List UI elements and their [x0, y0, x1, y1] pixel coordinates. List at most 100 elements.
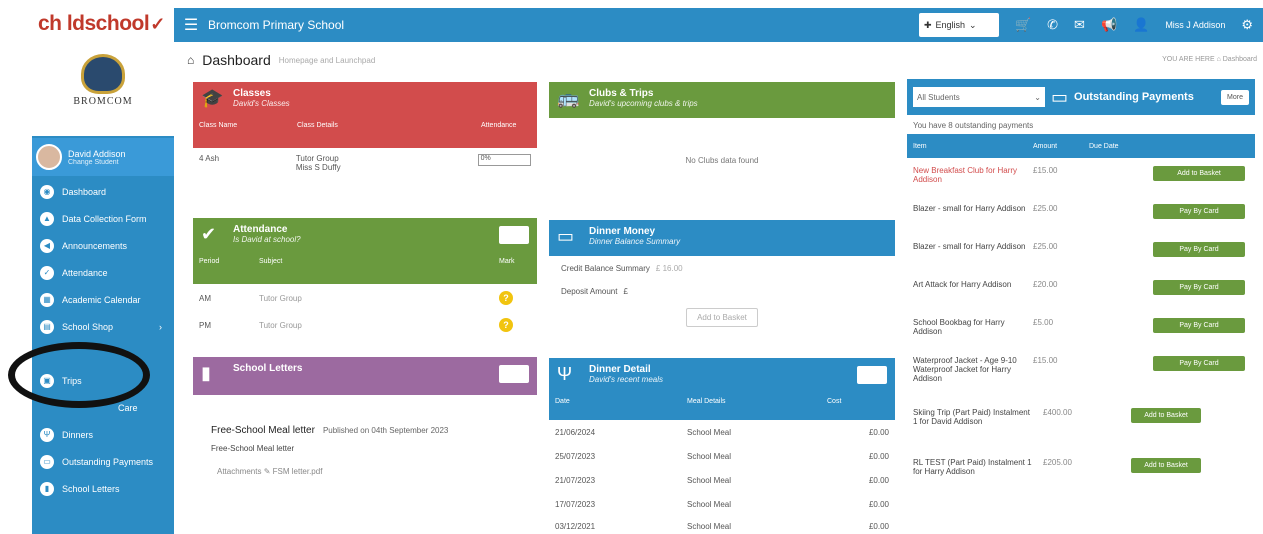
- table-row: 21/06/2024 School Meal £0.00: [555, 428, 889, 437]
- sidebar-item-data-collection[interactable]: ▲ Data Collection Form: [32, 205, 174, 232]
- mail-icon[interactable]: ✉: [1074, 17, 1085, 33]
- school-name: Bromcom Primary School: [208, 18, 345, 32]
- graduation-cap-icon: 🎓: [201, 88, 224, 108]
- sidebar-item-dinners[interactable]: Ψ Dinners: [32, 421, 174, 448]
- table-row: 17/07/2023 School Meal £0.00: [555, 500, 889, 509]
- classes-table-header: Class Name Class Details Attendance: [199, 122, 517, 129]
- card-icon: ▭: [40, 454, 54, 469]
- pay-by-card-button[interactable]: Pay By Card: [1153, 280, 1245, 295]
- table-row: 4 Ash Tutor Group Miss S Duffy 0%: [193, 148, 537, 175]
- pay-by-card-button[interactable]: Pay By Card: [1153, 242, 1245, 257]
- payments-title: Outstanding Payments: [1074, 91, 1194, 103]
- attendance-table-header: Period Subject Mark: [199, 258, 515, 265]
- payments-summary: You have 8 outstanding payments: [913, 121, 1034, 130]
- form-icon: ▲: [40, 211, 54, 226]
- table-row: Skiing Trip (Part Paid) Instalment 1 for…: [913, 404, 1249, 454]
- table-row: PM Tutor Group ?: [193, 308, 537, 335]
- letter-item[interactable]: Free-School Meal letter Published on 04t…: [211, 425, 537, 436]
- credit-balance: Credit Balance Summary £ 16.00: [561, 264, 683, 273]
- megaphone-icon[interactable]: 📢: [1101, 17, 1117, 33]
- bus-icon: 🚌: [557, 88, 580, 108]
- chevron-down-icon: ⌄: [969, 19, 977, 30]
- unknown-mark-icon: ?: [499, 291, 513, 305]
- hamburger-menu-icon[interactable]: ☰: [174, 15, 208, 35]
- dashboard-icon: ◉: [40, 184, 54, 199]
- student-profile[interactable]: David Addison Change Student: [32, 138, 174, 176]
- flag-icon: ✚: [923, 19, 932, 30]
- megaphone-icon: ◀: [40, 238, 54, 253]
- add-to-basket-button[interactable]: Add to Basket: [1131, 458, 1201, 473]
- sidebar-item-outstanding-payments[interactable]: ▭ Outstanding Payments: [32, 448, 174, 475]
- table-row: 25/07/2023 School Meal £0.00: [555, 452, 889, 461]
- chevron-down-icon: ⌄: [1034, 92, 1041, 102]
- gear-icon[interactable]: ⚙: [1241, 17, 1253, 33]
- student-select[interactable]: All Students ⌄: [913, 87, 1045, 107]
- school-letters-panel: ▮ School Letters Free-School Meal letter…: [193, 357, 537, 534]
- attendance-panel: ✔ Attendance Is David at school? Period …: [193, 218, 537, 340]
- phone-icon[interactable]: ✆: [1047, 17, 1058, 33]
- calendar-icon: ▦: [40, 292, 54, 307]
- card-icon: ▭: [557, 226, 575, 246]
- document-icon: ▮: [40, 481, 54, 496]
- pay-by-card-button[interactable]: Pay By Card: [1153, 204, 1245, 219]
- page-header: ⌂ Dashboard Homepage and Launchpad: [187, 50, 375, 70]
- table-row: Blazer - small for Harry Addison £25.00 …: [913, 200, 1249, 238]
- myschool-logo[interactable]: ch ldschool ✓: [0, 0, 174, 48]
- breadcrumb: YOU ARE HERE ⌂ Dashboard: [1162, 56, 1257, 63]
- table-row: 21/07/2023 School Meal £0.00: [555, 476, 889, 485]
- cutlery-icon: Ψ: [557, 364, 573, 384]
- attachment-link[interactable]: ✎ FSM letter.pdf: [264, 467, 323, 476]
- cutlery-icon: Ψ: [40, 427, 54, 442]
- sidebar: BROMCOM David Addison Change Student ◉ Da…: [32, 48, 174, 534]
- table-row: RL TEST (Part Paid) Instalment 1 for Har…: [913, 454, 1249, 498]
- basket-icon[interactable]: 🛒: [1015, 17, 1031, 33]
- check-icon: ✔: [201, 224, 217, 244]
- user-icon[interactable]: 👤: [1133, 17, 1149, 33]
- shop-icon: ▤: [40, 319, 54, 334]
- page-subtitle: Homepage and Launchpad: [278, 55, 376, 65]
- sidebar-item-school-letters[interactable]: ▮ School Letters: [32, 475, 174, 502]
- home-icon[interactable]: ⌂: [187, 53, 194, 67]
- add-to-basket-button[interactable]: Add to Basket: [1131, 408, 1201, 423]
- deposit-amount: Deposit Amount £: [561, 287, 628, 296]
- table-row: School Bookbag for Harry Addison £5.00 P…: [913, 314, 1249, 352]
- attendance-more-button[interactable]: [499, 226, 529, 244]
- table-row: 03/12/2021 School Meal £0.00: [555, 522, 889, 531]
- document-icon: ▮: [201, 363, 211, 383]
- clubs-empty: No Clubs data found: [685, 156, 759, 165]
- more-button[interactable]: More: [1221, 89, 1249, 105]
- pay-by-card-button[interactable]: Pay By Card: [1153, 356, 1245, 371]
- sidebar-item-academic-calendar[interactable]: ▦ Academic Calendar: [32, 286, 174, 313]
- user-menu[interactable]: Miss J Addison: [1165, 20, 1225, 30]
- table-row: AM Tutor Group ?: [193, 284, 537, 308]
- letters-more-button[interactable]: [499, 365, 529, 383]
- school-crest-icon: [81, 54, 125, 94]
- outstanding-payments-panel: All Students ⌄ ▭ Outstanding Payments Mo…: [907, 79, 1255, 534]
- payments-table-header: Item Amount Due Date: [907, 134, 1255, 158]
- card-icon: ▭: [1051, 86, 1069, 107]
- table-row: New Breakfast Club for Harry Addison £15…: [913, 162, 1249, 200]
- sidebar-item-school-shop[interactable]: ▤ School Shop ›: [32, 313, 174, 340]
- annotation-circle: [8, 342, 150, 408]
- pay-by-card-button[interactable]: Pay By Card: [1153, 318, 1245, 333]
- check-icon: ✓: [40, 265, 54, 280]
- avatar: [36, 144, 62, 170]
- language-select[interactable]: ✚ English ⌄: [918, 13, 999, 37]
- sidebar-menu: ◉ Dashboard ▲ Data Collection Form ◀ Announ…: [32, 178, 174, 502]
- add-to-basket-button[interactable]: Add to Basket: [686, 308, 758, 327]
- dinner-table-header: Date Meal Details Cost: [555, 398, 842, 405]
- unknown-mark-icon: ?: [499, 318, 513, 332]
- dinner-more-button[interactable]: [857, 366, 887, 384]
- sidebar-item-announcements[interactable]: ◀ Announcements: [32, 232, 174, 259]
- school-crest-area: BROMCOM: [32, 48, 174, 136]
- payments-list: New Breakfast Club for Harry Addison £15…: [907, 158, 1255, 498]
- chevron-right-icon: ›: [159, 321, 162, 332]
- sidebar-item-attendance[interactable]: ✓ Attendance: [32, 259, 174, 286]
- add-to-basket-button[interactable]: Add to Basket: [1153, 166, 1245, 181]
- page-title: Dashboard: [202, 52, 271, 68]
- attendance-progress: 0%: [477, 154, 531, 166]
- clubs-trips-panel: 🚌 Clubs & Trips David's upcoming clubs &…: [549, 82, 895, 202]
- table-row: Blazer - small for Harry Addison £25.00 …: [913, 238, 1249, 276]
- classes-panel: 🎓 Classes David's Classes Class Name Cla…: [193, 82, 537, 200]
- sidebar-item-dashboard[interactable]: ◉ Dashboard: [32, 178, 174, 205]
